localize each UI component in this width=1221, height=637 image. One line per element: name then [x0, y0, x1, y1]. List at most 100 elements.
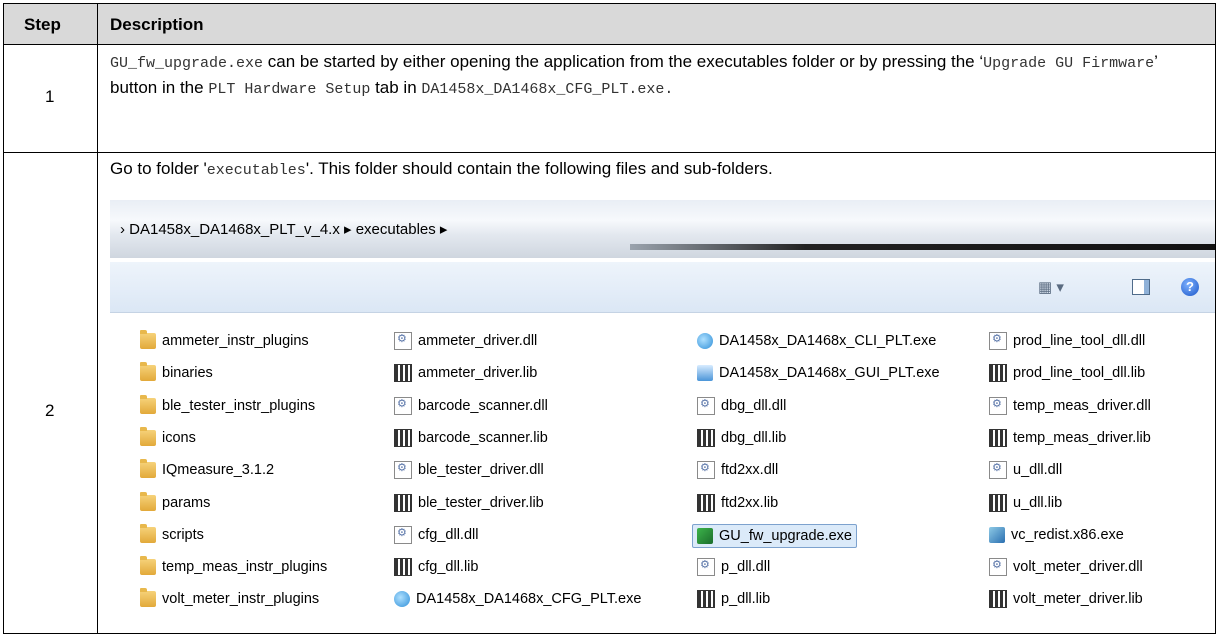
vc-icon — [989, 526, 1005, 543]
item-name: volt_meter_instr_plugins — [162, 591, 320, 608]
folder-item[interactable]: ble_tester_instr_plugins — [140, 394, 316, 417]
file-item[interactable]: prod_line_tool_dll.dll — [989, 330, 1145, 352]
item-name: p_dll.lib — [721, 591, 771, 608]
folder-item[interactable]: scripts — [140, 523, 204, 546]
lib-icon — [697, 428, 715, 447]
file-item[interactable]: u_dll.dll — [989, 459, 1062, 481]
exe-icon — [394, 591, 410, 608]
item-name: ammeter_instr_plugins — [162, 333, 309, 349]
step-1-text-part: tab in — [370, 78, 422, 97]
file-item[interactable]: volt_meter_driver.lib — [989, 588, 1143, 610]
folder-item[interactable]: binaries — [140, 362, 213, 384]
item-name: vc_redist.x86.exe — [1011, 526, 1124, 543]
file-item[interactable]: cfg_dll.dll — [394, 524, 478, 546]
folder-icon — [140, 459, 156, 479]
folder-item[interactable]: volt_meter_instr_plugins — [140, 588, 319, 610]
file-item[interactable]: DA1458x_DA1468x_GUI_PLT.exe — [697, 362, 940, 384]
lib-icon — [697, 590, 715, 609]
dll-icon — [697, 461, 715, 480]
row-divider — [4, 152, 1215, 153]
file-item[interactable]: ftd2xx.dll — [697, 459, 778, 481]
file-item[interactable]: ftd2xx.lib — [697, 492, 778, 514]
file-item[interactable]: dbg_dll.lib — [697, 427, 786, 449]
folder-item[interactable]: temp_meas_instr_plugins — [140, 556, 327, 578]
item-name: temp_meas_instr_plugins — [162, 559, 328, 576]
folder-item[interactable]: ammeter_instr_plugins — [140, 330, 309, 352]
step-number-1: 1 — [45, 87, 55, 106]
file-item[interactable]: prod_line_tool_dll.lib — [989, 362, 1145, 384]
exe2-icon — [697, 365, 713, 382]
step-2-folder-name: executables — [206, 162, 306, 179]
step-1-description: GU_fw_upgrade.exe can be started by eith… — [110, 50, 1200, 102]
folder-icon — [140, 330, 156, 349]
folder-item[interactable]: params — [140, 491, 210, 514]
file-item[interactable]: vc_redist.x86.exe — [989, 524, 1124, 546]
item-name: ble_tester_driver.dll — [418, 462, 544, 479]
exe-icon — [697, 333, 713, 349]
file-item[interactable]: temp_meas_driver.dll — [989, 395, 1151, 417]
item-name: ble_tester_driver.lib — [418, 494, 544, 511]
file-item[interactable]: cfg_dll.lib — [394, 556, 478, 578]
view-options-icon[interactable]: ▦ ▾ — [1038, 278, 1064, 296]
file-item[interactable]: p_dll.lib — [697, 588, 770, 610]
file-item[interactable]: ammeter_driver.lib — [394, 362, 537, 384]
item-name: volt_meter_driver.lib — [1013, 591, 1143, 608]
header-step: Step — [24, 15, 61, 34]
dll-icon — [989, 461, 1007, 480]
help-icon[interactable]: ? — [1181, 278, 1199, 296]
step-2-text-prefix: Go to folder ' — [110, 159, 207, 178]
lib-icon — [394, 428, 412, 447]
item-name: scripts — [162, 526, 204, 543]
step-2-description: Go to folder 'executables'. This folder … — [110, 159, 773, 179]
file-item[interactable]: GU_fw_upgrade.exe — [692, 523, 857, 548]
file-item[interactable]: DA1458x_DA1468x_CLI_PLT.exe — [697, 330, 936, 352]
instruction-table: Step Description 1 GU_fw_upgrade.exe can… — [3, 3, 1216, 634]
breadcrumb[interactable]: › DA1458x_DA1468x_PLT_v_4.x ▸ executable… — [120, 220, 447, 238]
preview-pane-icon[interactable] — [1132, 279, 1150, 295]
file-item[interactable]: dbg_dll.dll — [697, 395, 786, 417]
folder-item[interactable]: icons — [140, 426, 196, 449]
folder-icon — [140, 491, 156, 511]
item-name: p_dll.dll — [721, 559, 771, 576]
file-item[interactable]: ble_tester_driver.lib — [394, 492, 544, 514]
file-explorer-screenshot: › DA1458x_DA1468x_PLT_v_4.x ▸ executable… — [110, 200, 1215, 633]
lib-icon — [989, 364, 1007, 383]
item-name: IQmeasure_3.1.2 — [162, 462, 275, 479]
file-item[interactable]: p_dll.dll — [697, 556, 770, 578]
column-divider — [97, 4, 98, 633]
file-item[interactable]: ammeter_driver.dll — [394, 330, 537, 352]
file-item[interactable]: temp_meas_driver.lib — [989, 427, 1151, 449]
item-name: ammeter_driver.dll — [418, 333, 538, 349]
gu-icon — [697, 527, 713, 544]
item-name: dbg_dll.dll — [721, 397, 787, 414]
item-name: barcode_scanner.dll — [418, 397, 548, 414]
step-1-text-part: DA1458x_DA1468x_CFG_PLT.exe. — [421, 81, 674, 98]
item-name: DA1458x_DA1468x_GUI_PLT.exe — [719, 365, 940, 382]
address-bar[interactable]: › DA1458x_DA1468x_PLT_v_4.x ▸ executable… — [110, 200, 1215, 258]
dll-icon — [394, 461, 412, 480]
file-item[interactable]: DA1458x_DA1468x_CFG_PLT.exe — [394, 588, 641, 610]
file-item[interactable]: barcode_scanner.dll — [394, 395, 548, 417]
folder-item[interactable]: IQmeasure_3.1.2 — [140, 459, 274, 481]
item-name: ftd2xx.dll — [721, 462, 779, 479]
item-name: ftd2xx.lib — [721, 494, 779, 511]
file-item[interactable]: u_dll.lib — [989, 492, 1062, 514]
folder-icon — [140, 588, 156, 608]
item-name: GU_fw_upgrade.exe — [719, 527, 852, 544]
file-list: ammeter_instr_plugins binaries ble_tester_… — [110, 312, 1215, 633]
item-name: volt_meter_driver.dll — [1013, 559, 1143, 576]
item-name: barcode_scanner.lib — [418, 429, 548, 446]
item-name: binaries — [162, 365, 213, 382]
item-name: cfg_dll.lib — [418, 559, 479, 576]
item-name: u_dll.lib — [1013, 494, 1063, 511]
item-name: dbg_dll.lib — [721, 429, 787, 446]
item-name: ble_tester_instr_plugins — [162, 397, 316, 414]
lib-icon — [394, 493, 412, 512]
file-item[interactable]: ble_tester_driver.dll — [394, 459, 544, 481]
explorer-toolbar: ▦ ▾ ? — [110, 262, 1215, 313]
file-item[interactable]: barcode_scanner.lib — [394, 427, 548, 449]
step-2-text-suffix: '. This folder should contain the follow… — [305, 159, 773, 178]
file-item[interactable]: volt_meter_driver.dll — [989, 556, 1143, 578]
dll-icon — [697, 396, 715, 415]
dll-icon — [989, 558, 1007, 577]
